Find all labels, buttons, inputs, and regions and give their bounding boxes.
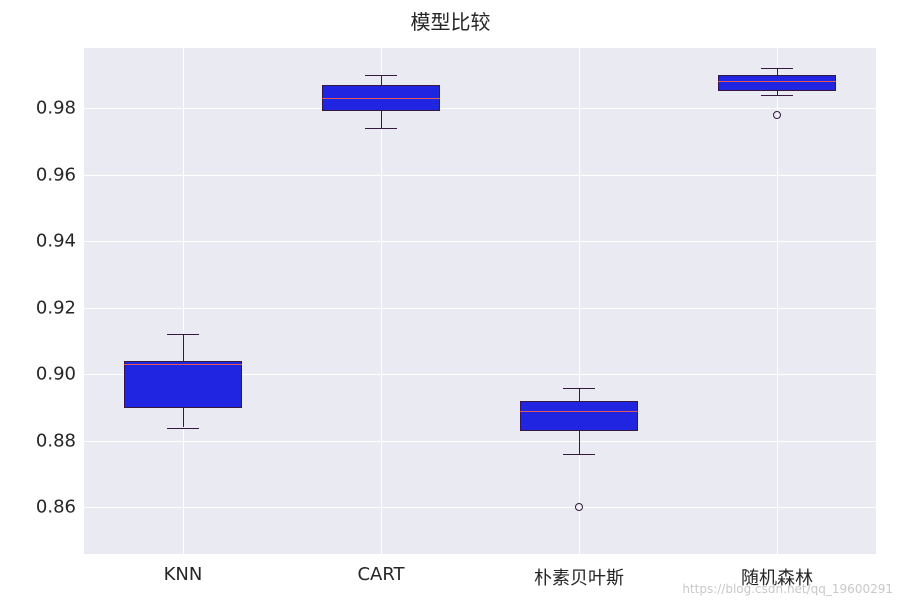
cap-high <box>365 75 397 76</box>
median-line <box>124 364 243 365</box>
outlier-point <box>773 111 781 119</box>
cap-high <box>167 334 199 335</box>
y-tick-label: 0.98 <box>0 97 76 118</box>
median-line <box>718 81 837 82</box>
whisker-upper <box>579 388 580 401</box>
watermark: https://blog.csdn.net/qq_19600291 <box>682 582 893 596</box>
box-随机森林 <box>718 75 837 92</box>
cap-low <box>167 428 199 429</box>
y-tick-label: 0.92 <box>0 297 76 318</box>
y-tick-label: 0.86 <box>0 497 76 518</box>
cap-low <box>563 454 595 455</box>
hgrid-line <box>84 108 876 109</box>
cap-high <box>563 388 595 389</box>
vgrid-line <box>579 48 580 554</box>
y-tick-label: 0.88 <box>0 430 76 451</box>
y-tick-label: 0.94 <box>0 231 76 252</box>
y-tick-label: 0.90 <box>0 364 76 385</box>
vgrid-line <box>777 48 778 554</box>
plot-area <box>84 48 876 554</box>
whisker-lower <box>381 111 382 128</box>
whisker-lower <box>579 431 580 454</box>
vgrid-line <box>183 48 184 554</box>
box-朴素贝叶斯 <box>520 401 639 431</box>
hgrid-line <box>84 241 876 242</box>
box-KNN <box>124 361 243 408</box>
figure: 模型比较 0.86 0.88 0.90 0.92 0.94 0.96 0.98 KNN CAR… <box>0 0 901 600</box>
cap-low <box>365 128 397 129</box>
whisker-upper <box>183 334 184 361</box>
x-tick-label: KNN <box>164 564 203 585</box>
x-tick-label: CART <box>357 564 404 585</box>
cap-high <box>761 68 793 69</box>
hgrid-line <box>84 441 876 442</box>
outlier-point <box>575 503 583 511</box>
cap-low <box>761 95 793 96</box>
y-tick-label: 0.96 <box>0 164 76 185</box>
chart-title: 模型比较 <box>0 6 901 35</box>
hgrid-line <box>84 175 876 176</box>
hgrid-line <box>84 507 876 508</box>
whisker-upper <box>381 75 382 85</box>
hgrid-line <box>84 308 876 309</box>
median-line <box>520 411 639 412</box>
whisker-lower <box>183 408 184 428</box>
median-line <box>322 98 441 99</box>
x-tick-label: 朴素贝叶斯 <box>534 564 624 590</box>
